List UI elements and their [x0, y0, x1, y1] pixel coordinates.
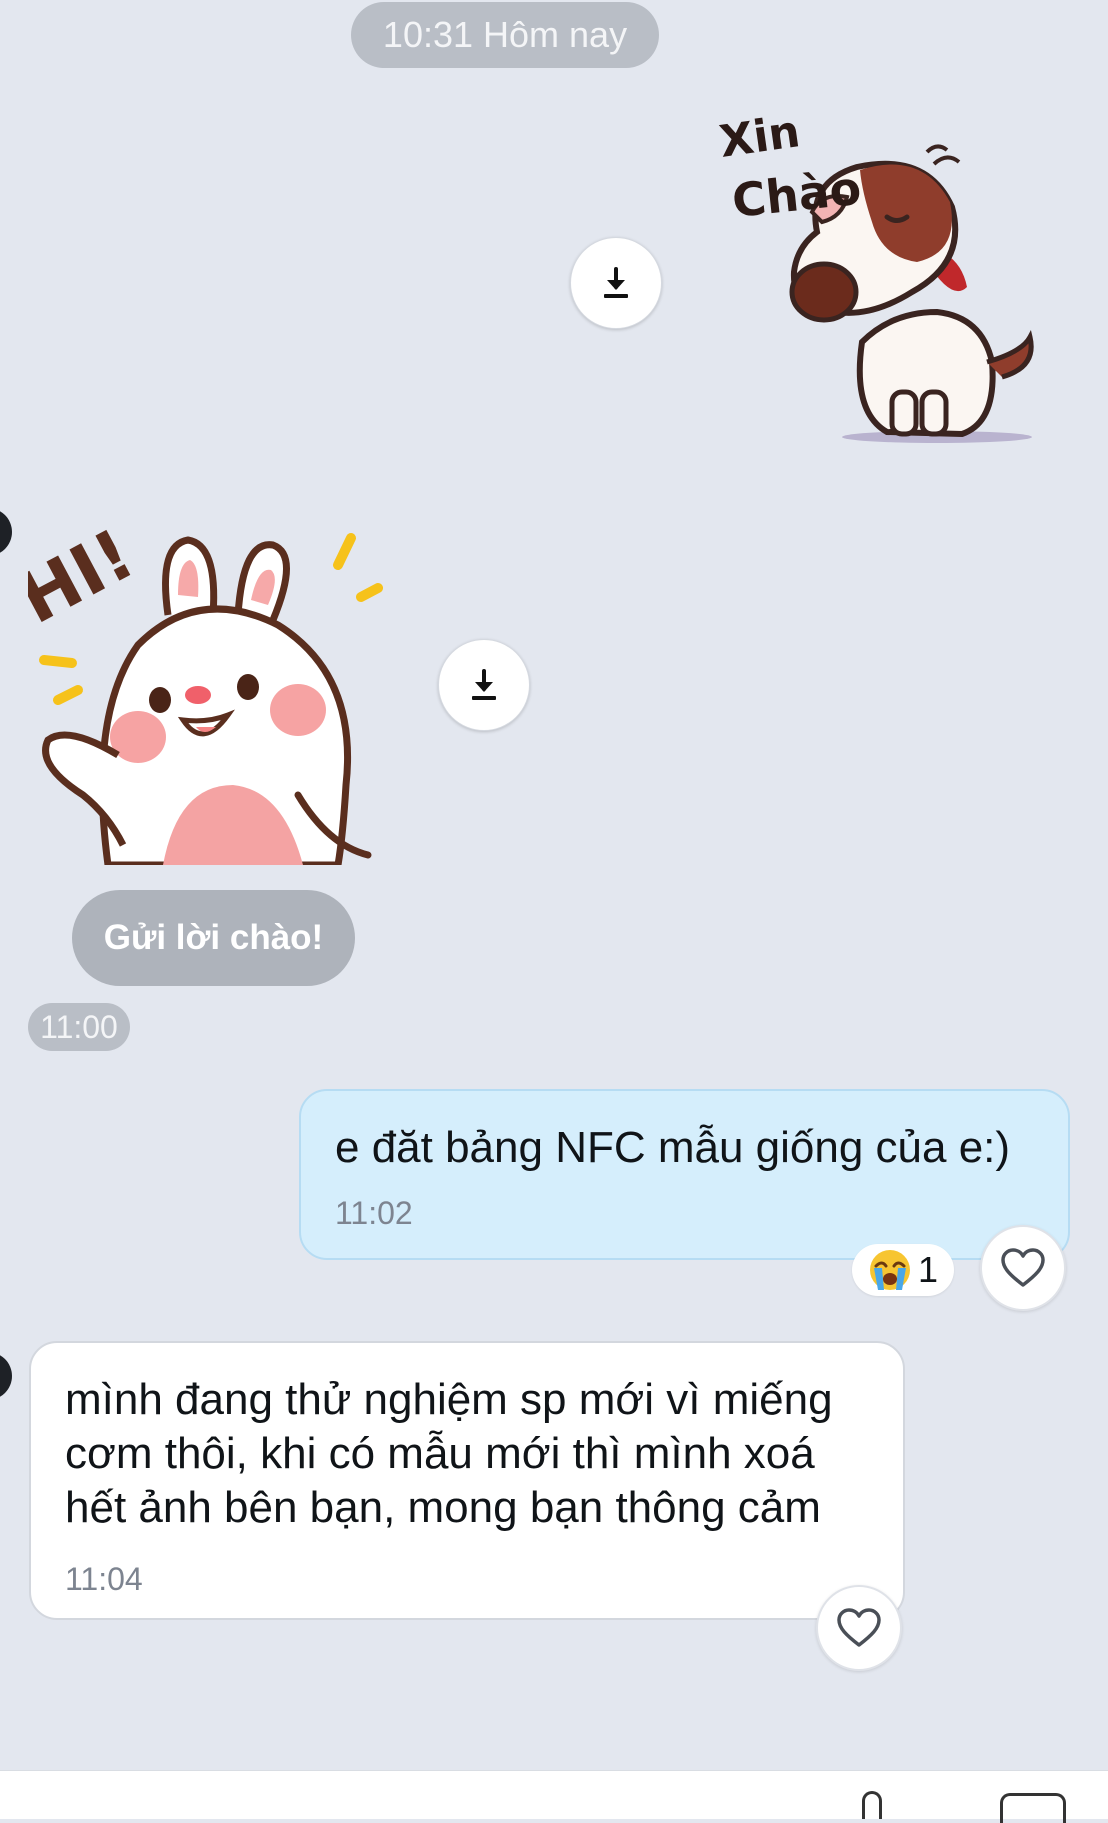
- reaction-count: 1: [917, 1249, 939, 1290]
- dog-sticker-text-line1: Xin: [716, 112, 803, 168]
- message-input-bar[interactable]: [0, 1770, 1108, 1823]
- like-button[interactable]: [980, 1225, 1066, 1311]
- message-time: 11:02: [335, 1195, 413, 1231]
- incoming-message-bubble[interactable]: mình đang thử nghiệm sp mới vì miếng cơm…: [29, 1341, 905, 1620]
- download-button[interactable]: [438, 639, 530, 731]
- dog-sticker[interactable]: Xin Chào: [712, 106, 1052, 447]
- bunny-sticker[interactable]: HI!: [5, 513, 408, 869]
- download-button[interactable]: [570, 237, 662, 329]
- date-separator: 10:31 Hôm nay: [351, 2, 659, 68]
- message-text-line: cơm thôi, khi có mẫu mới thì mình xoá: [65, 1429, 815, 1478]
- reaction-chip[interactable]: 1: [852, 1244, 954, 1296]
- crying-face-emoji-icon: [869, 1250, 910, 1290]
- download-icon: [604, 267, 628, 298]
- download-icon: [472, 669, 496, 700]
- message-time-pill: 11:00: [28, 1003, 130, 1051]
- outgoing-message-bubble[interactable]: e đăt bảng NFC mẫu giống của e:) 11:02: [299, 1089, 1070, 1260]
- message-time: 11:04: [65, 1561, 143, 1597]
- heart-icon: [837, 1608, 881, 1647]
- microphone-icon[interactable]: [862, 1791, 882, 1819]
- bunny-sticker-text: HI!: [28, 515, 147, 640]
- heart-icon: [1001, 1248, 1045, 1287]
- send-greeting-button[interactable]: Gửi lời chào!: [72, 890, 355, 986]
- chat-area[interactable]: 10:31 Hôm nay Xin Chào HI! Gửi lời chào!…: [0, 0, 1108, 1770]
- avatar[interactable]: [0, 1352, 12, 1400]
- like-button[interactable]: [816, 1585, 902, 1671]
- message-text-line: mình đang thử nghiệm sp mới vì miếng: [65, 1375, 833, 1424]
- avatar[interactable]: [0, 508, 12, 556]
- image-icon[interactable]: [1000, 1793, 1066, 1823]
- message-text: e đăt bảng NFC mẫu giống của e:): [335, 1123, 1011, 1172]
- message-text-line: hết ảnh bên bạn, mong bạn thông cảm: [65, 1483, 821, 1532]
